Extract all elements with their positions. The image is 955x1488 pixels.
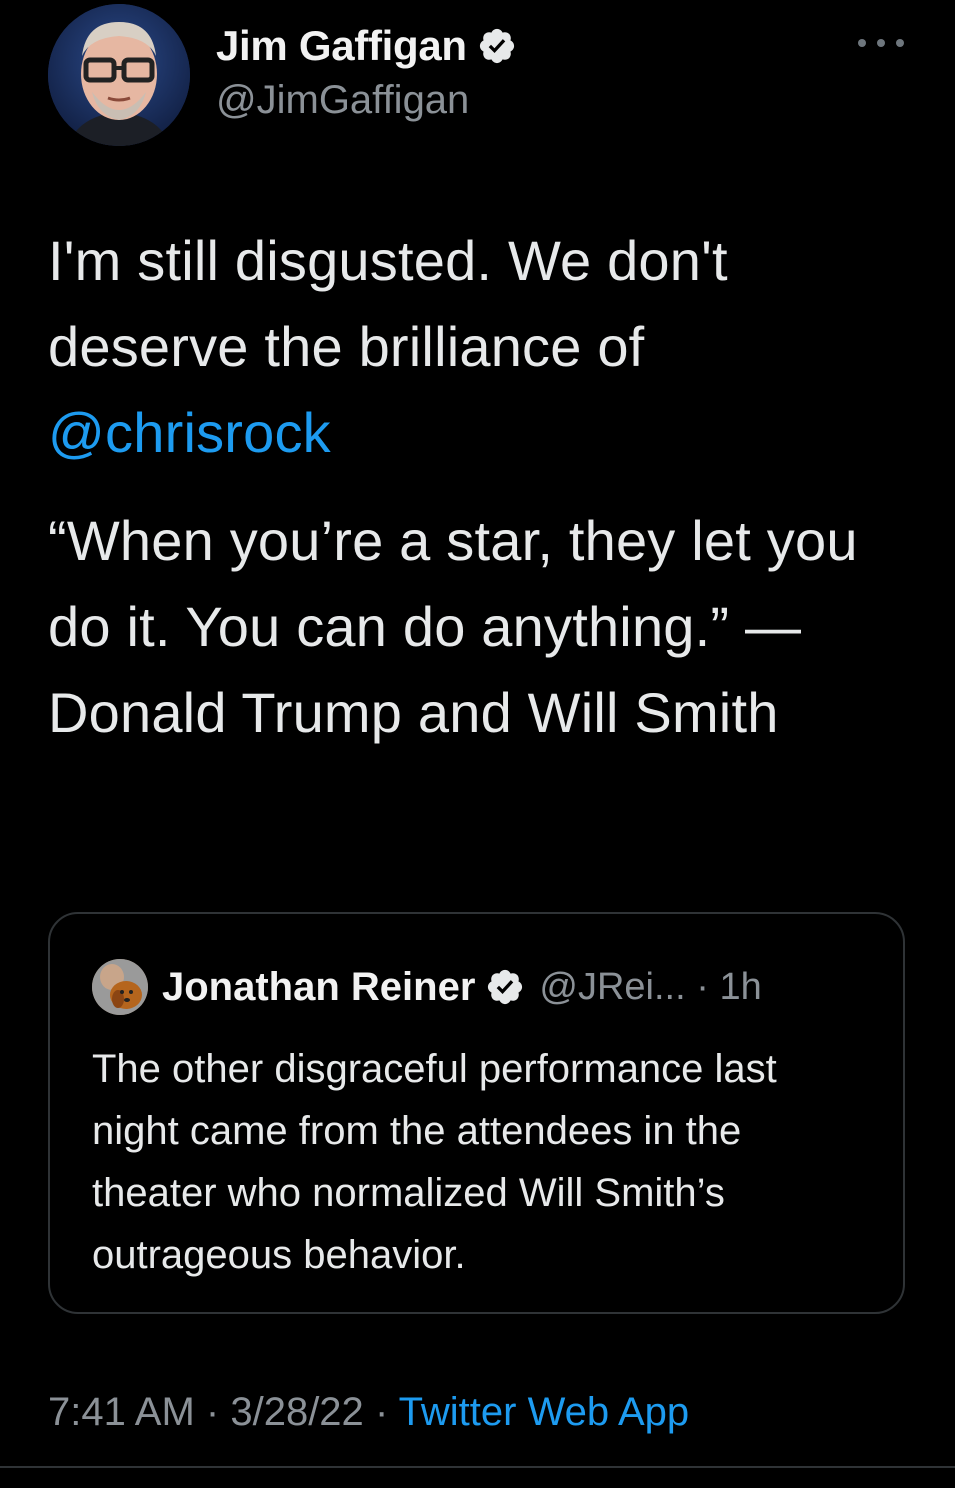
tweet-time[interactable]: 7:41 AM bbox=[48, 1390, 195, 1434]
tweet-paragraph-1-text: I'm still disgusted. We don't deserve th… bbox=[48, 229, 728, 378]
verified-badge-icon bbox=[477, 26, 517, 66]
mention-link[interactable]: @chrisrock bbox=[48, 401, 331, 464]
divider bbox=[0, 1466, 955, 1468]
tweet-source-link[interactable]: Twitter Web App bbox=[399, 1390, 690, 1434]
quoted-author-name[interactable]: Jonathan Reiner bbox=[162, 965, 475, 1010]
quoted-author-handle[interactable]: @JRei... bbox=[539, 966, 685, 1008]
tweet-paragraph-1: I'm still disgusted. We don't deserve th… bbox=[48, 218, 918, 476]
quoted-tweet-text: The other disgraceful performance last n… bbox=[92, 1047, 777, 1277]
tweet-date[interactable]: 3/28/22 bbox=[230, 1390, 363, 1434]
quoted-tweet-header: Jonathan Reiner @JRei... · 1h bbox=[92, 958, 762, 1016]
author-handle[interactable]: @JimGaffigan bbox=[216, 78, 469, 123]
more-horizontal-icon[interactable] bbox=[858, 36, 904, 50]
quoted-author-avatar[interactable] bbox=[92, 959, 148, 1015]
tweet-detail: Jim Gaffigan @JimGaffigan I'm still disg… bbox=[0, 0, 955, 1488]
footer-separator: · bbox=[205, 1390, 220, 1434]
quoted-tweet-card[interactable]: Jonathan Reiner @JRei... · 1h The other … bbox=[48, 912, 905, 1314]
quoted-tweet-meta: @JRei... · 1h bbox=[539, 966, 761, 1009]
verified-badge-icon bbox=[485, 967, 525, 1007]
tweet-text: I'm still disgusted. We don't deserve th… bbox=[48, 218, 918, 756]
tweet-paragraph-2: “When you’re a star, they let you do it.… bbox=[48, 509, 858, 744]
author-name-row[interactable]: Jim Gaffigan bbox=[216, 20, 517, 72]
tweet-footer: 7:41 AM · 3/28/22 · Twitter Web App bbox=[48, 1390, 689, 1435]
author-avatar[interactable] bbox=[48, 4, 190, 146]
footer-separator: · bbox=[374, 1390, 389, 1434]
quoted-tweet-time[interactable]: 1h bbox=[719, 966, 761, 1008]
author-display-name[interactable]: Jim Gaffigan bbox=[216, 22, 467, 70]
meta-separator: · bbox=[696, 965, 709, 1008]
